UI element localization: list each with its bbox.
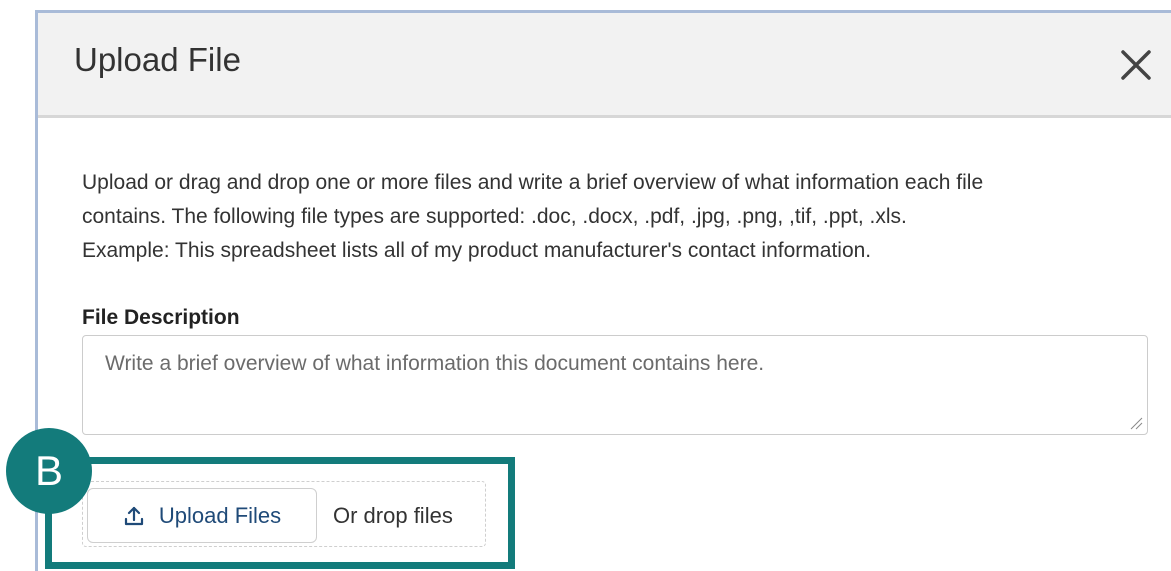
file-description-textarea[interactable]: Write a brief overview of what informati…	[82, 335, 1148, 435]
upload-instructions: Upload or drag and drop one or more file…	[82, 166, 1122, 268]
annotation-badge: B	[6, 428, 92, 514]
upload-files-label: Upload Files	[158, 502, 282, 528]
modal-header: Upload File	[38, 13, 1171, 118]
page: Upload File Upload or drag and drop one …	[0, 0, 1171, 571]
upload-files-button[interactable]: Upload Files	[87, 488, 317, 543]
resize-grip-icon[interactable]	[1129, 416, 1143, 430]
instructions-line: contains. The following file types are s…	[82, 205, 907, 228]
upload-file-modal: Upload File Upload or drag and drop one …	[35, 10, 1171, 571]
upload-icon	[124, 506, 143, 525]
close-icon	[1121, 50, 1151, 80]
instructions-line: Example: This spreadsheet lists all of m…	[82, 239, 872, 262]
close-button[interactable]	[1117, 46, 1157, 86]
file-description-placeholder: Write a brief overview of what informati…	[105, 352, 765, 375]
instructions-line: Upload or drag and drop one or more file…	[82, 171, 984, 194]
drop-files-text: Or drop files	[333, 503, 453, 528]
file-description-label: File Description	[82, 306, 240, 329]
modal-title: Upload File	[74, 41, 241, 78]
